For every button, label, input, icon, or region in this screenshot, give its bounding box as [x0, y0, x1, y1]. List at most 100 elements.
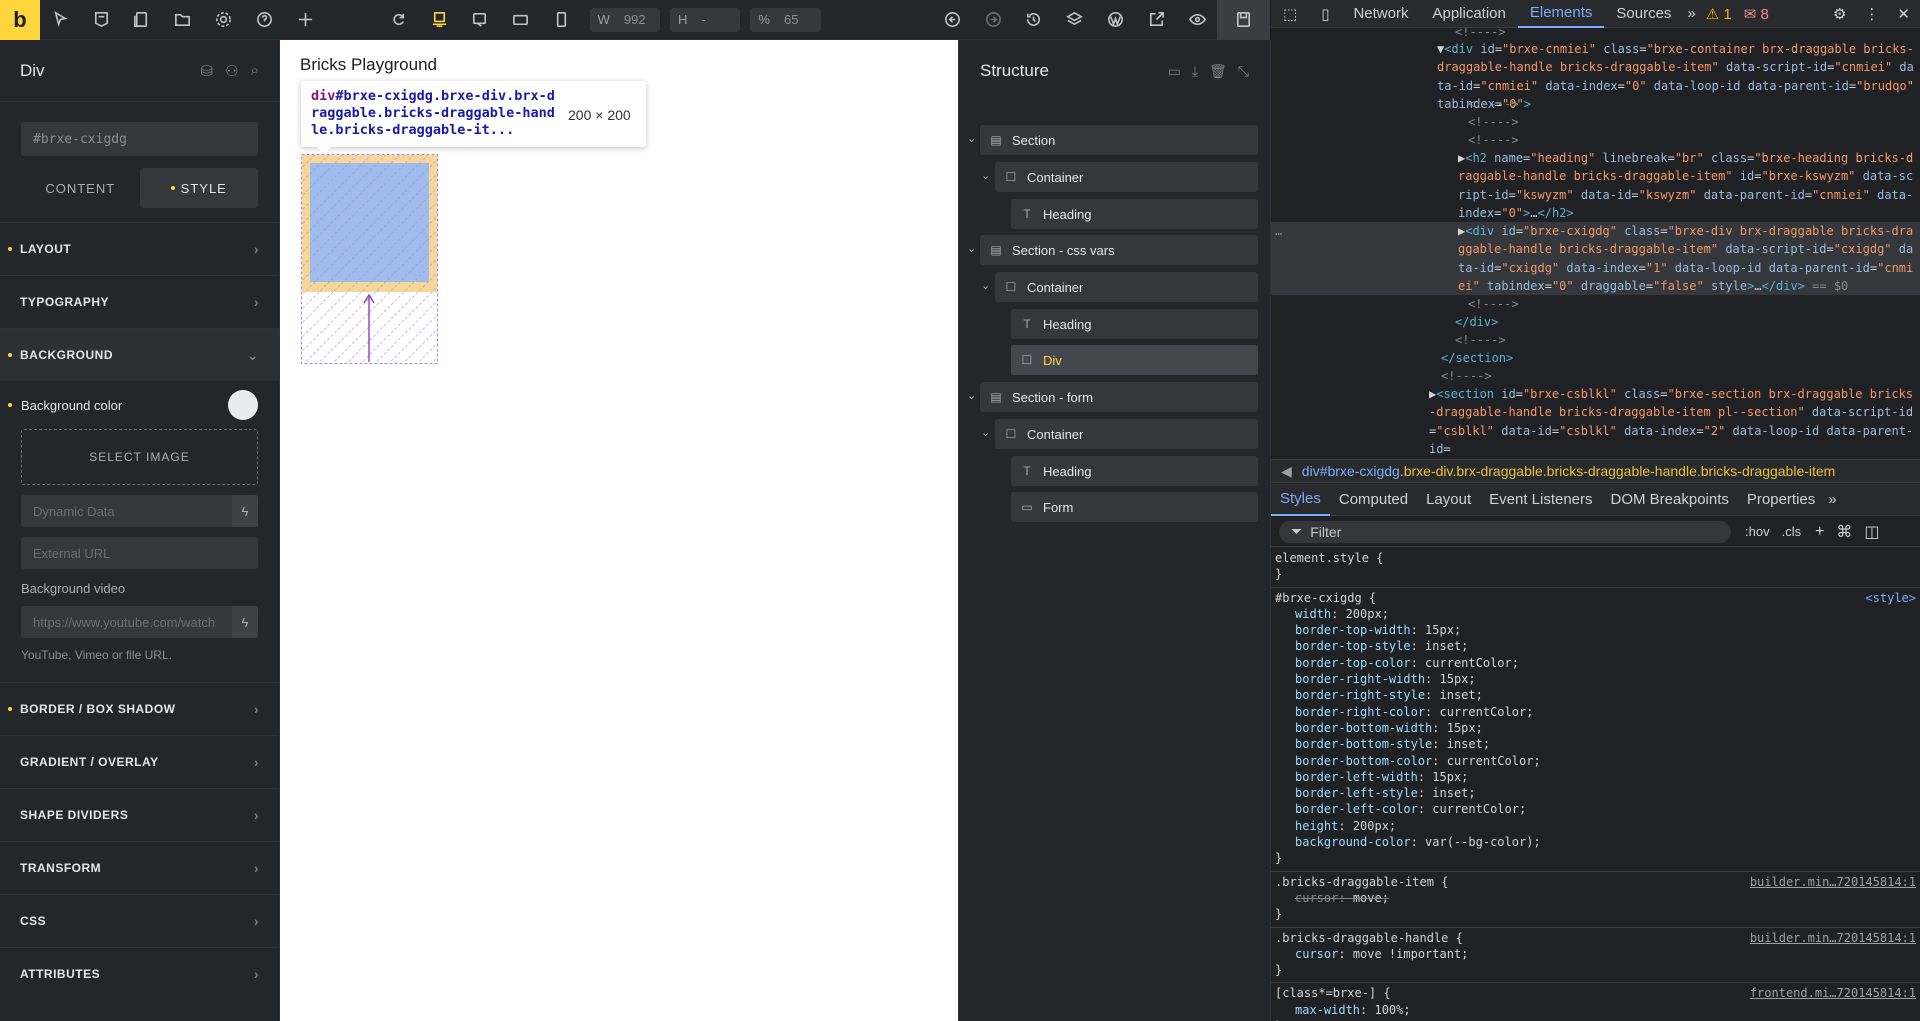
save-icon[interactable] [1217, 0, 1270, 40]
structure-node-container[interactable]: ☐ Container [995, 419, 1258, 449]
structure-node-container[interactable]: ☐ Container [995, 272, 1258, 302]
element-id-field[interactable]: #brxe-cxigdg [21, 122, 258, 156]
pages-icon[interactable] [121, 0, 162, 40]
breadcrumb-left-icon[interactable]: ◀ [1271, 463, 1302, 480]
tab-application[interactable]: Application [1420, 0, 1517, 28]
css-declaration[interactable]: border-bottom-width: 15px; [1275, 720, 1916, 736]
css-rule[interactable]: #brxe-cxigdg {<style> width: 200px; border… [1271, 588, 1920, 872]
undo-icon[interactable] [932, 0, 973, 40]
chevron-down-icon[interactable]: ⌄ [967, 242, 976, 255]
cls-toggle[interactable]: .cls [1782, 524, 1802, 539]
search-icon[interactable]: ⌕ [251, 62, 259, 80]
settings-gear-icon[interactable]: ⚙ [1823, 5, 1856, 23]
add-element-icon[interactable] [285, 0, 326, 40]
css-declaration[interactable]: border-right-width: 15px; [1275, 671, 1916, 687]
zoom-field[interactable]: % 65 [750, 7, 821, 32]
select-cursor-icon[interactable] [40, 0, 81, 40]
video-bolt-icon[interactable]: ϟ [232, 606, 258, 638]
css-declaration[interactable]: width: 200px; [1275, 606, 1916, 622]
errors-badge[interactable]: ✉ 8 [1738, 5, 1775, 23]
css-rule[interactable]: .bricks-draggable-item {builder.min…7201… [1271, 872, 1920, 928]
template-icon[interactable] [81, 0, 122, 40]
color-swatch[interactable] [228, 390, 258, 420]
more-tabs-icon[interactable]: » [1824, 491, 1840, 508]
tablet-landscape-icon[interactable] [500, 0, 541, 40]
css-declaration[interactable]: border-top-style: inset; [1275, 638, 1916, 654]
select-image-button[interactable]: SELECT IMAGE [21, 429, 258, 485]
section-transform[interactable]: TRANSFORM › [0, 841, 279, 894]
tab-styles[interactable]: Styles [1271, 484, 1330, 516]
tab-properties[interactable]: Properties [1738, 484, 1824, 516]
structure-node-container[interactable]: ☐ Container [995, 162, 1258, 192]
background-video-input[interactable]: https://www.youtube.com/watch ϟ [21, 606, 258, 638]
chevron-down-icon[interactable]: ⌄ [981, 169, 990, 182]
collapse-icon[interactable]: ⤡ [1238, 63, 1249, 80]
structure-node-section-form[interactable]: ▤ Section - form [980, 382, 1258, 412]
tab-elements[interactable]: Elements [1517, 0, 1605, 28]
section-background[interactable]: BACKGROUND ⌄ [0, 328, 279, 381]
structure-node-heading[interactable]: T Heading [1011, 309, 1258, 339]
chevron-down-icon[interactable]: ⌄ [967, 389, 976, 402]
inspect-element-icon[interactable]: ⬚ [1271, 0, 1309, 28]
wordpress-icon[interactable] [1095, 0, 1136, 40]
device-toolbar-icon[interactable]: ▯ [1309, 0, 1341, 28]
tab-event-listeners[interactable]: Event Listeners [1480, 484, 1601, 516]
external-url-input[interactable]: External URL [21, 537, 258, 569]
tab-content[interactable]: CONTENT [21, 168, 140, 208]
more-options-icon[interactable]: ⋮ [1856, 5, 1887, 23]
help-icon[interactable] [244, 0, 285, 40]
history-icon[interactable] [1013, 0, 1054, 40]
chevron-down-icon[interactable]: ⌄ [967, 132, 976, 145]
tab-layout[interactable]: Layout [1417, 484, 1480, 516]
settings-gear-icon[interactable] [203, 0, 244, 40]
section-border-box-shadow[interactable]: BORDER / BOX SHADOW › [0, 682, 279, 735]
download-icon[interactable]: ⤓ [1192, 63, 1198, 80]
page-heading[interactable]: Bricks Playground [300, 55, 437, 75]
css-declaration[interactable]: border-bottom-color: currentColor; [1275, 753, 1916, 769]
element-classes-icon[interactable]: ⛁ [201, 62, 214, 80]
css-rule[interactable]: element.style {} [1271, 548, 1920, 588]
tab-computed[interactable]: Computed [1330, 484, 1417, 516]
css-rule[interactable]: .bricks-draggable-handle {builder.min…72… [1271, 928, 1920, 984]
structure-node-section-css-vars[interactable]: ▤ Section - css vars [980, 235, 1258, 265]
tab-sources[interactable]: Sources [1604, 0, 1683, 28]
css-declaration[interactable]: cursor: move; [1275, 890, 1916, 906]
clipboard-icon[interactable]: ▭ [1168, 63, 1181, 80]
css-declaration[interactable]: max-width: 100%; [1275, 1002, 1916, 1018]
section-gradient-overlay[interactable]: GRADIENT / OVERLAY › [0, 735, 279, 788]
dom-node-heading[interactable]: ▶<h2 name="heading" linebreak="br" class… [1458, 149, 1914, 222]
structure-node-form[interactable]: ▭ Form [1011, 492, 1258, 522]
tab-dom-breakpoints[interactable]: DOM Breakpoints [1602, 484, 1738, 516]
section-shape-dividers[interactable]: SHAPE DIVIDERS › [0, 788, 279, 841]
structure-node-heading[interactable]: T Heading [1011, 199, 1258, 229]
chevron-down-icon[interactable]: ⌄ [981, 279, 990, 292]
element-badge-icon[interactable]: ⚇ [225, 62, 238, 80]
css-declaration[interactable]: border-right-style: inset; [1275, 687, 1916, 703]
css-declaration[interactable]: height: 200px; [1275, 818, 1916, 834]
section-css[interactable]: CSS › [0, 894, 279, 947]
dynamic-data-input[interactable]: Dynamic Data ϟ [21, 495, 258, 527]
css-declaration[interactable]: cursor: move !important; [1275, 946, 1916, 962]
add-rule-icon[interactable]: + [1815, 523, 1824, 541]
rule-source-link[interactable]: frontend.mi…720145814:1 [1750, 985, 1916, 1001]
structure-node-div-selected[interactable]: ☐ Div [1011, 345, 1258, 375]
color-format-icon[interactable]: ⌘ [1836, 522, 1852, 542]
dom-breadcrumb[interactable]: ◀ div #brxe-cxigdg .brxe-div.brx-draggable… [1271, 459, 1920, 483]
mobile-icon[interactable] [541, 0, 582, 40]
css-declaration[interactable]: border-left-width: 15px; [1275, 769, 1916, 785]
css-declaration[interactable]: border-right-color: currentColor; [1275, 704, 1916, 720]
tab-style[interactable]: STYLE [139, 168, 258, 208]
folder-icon[interactable] [162, 0, 203, 40]
dom-node-section[interactable]: ▶<section id="brxe-csblkl" class="brxe-s… [1429, 385, 1914, 458]
hov-toggle[interactable]: :hov [1745, 524, 1770, 539]
more-tabs-icon[interactable]: » [1683, 5, 1699, 22]
css-rule[interactable]: [class*=brxe-] {frontend.mi…720145814:1 m… [1271, 983, 1920, 1021]
desktop-breakpoint-icon[interactable] [419, 0, 460, 40]
section-attributes[interactable]: ATTRIBUTES › [0, 947, 279, 1000]
redo-icon[interactable] [973, 0, 1014, 40]
rule-source-link[interactable]: builder.min…720145814:1 [1750, 874, 1916, 890]
css-declaration[interactable]: border-top-width: 15px; [1275, 622, 1916, 638]
width-field[interactable]: W 992 [589, 7, 661, 32]
tab-network[interactable]: Network [1341, 0, 1420, 28]
layers-icon[interactable] [1054, 0, 1095, 40]
